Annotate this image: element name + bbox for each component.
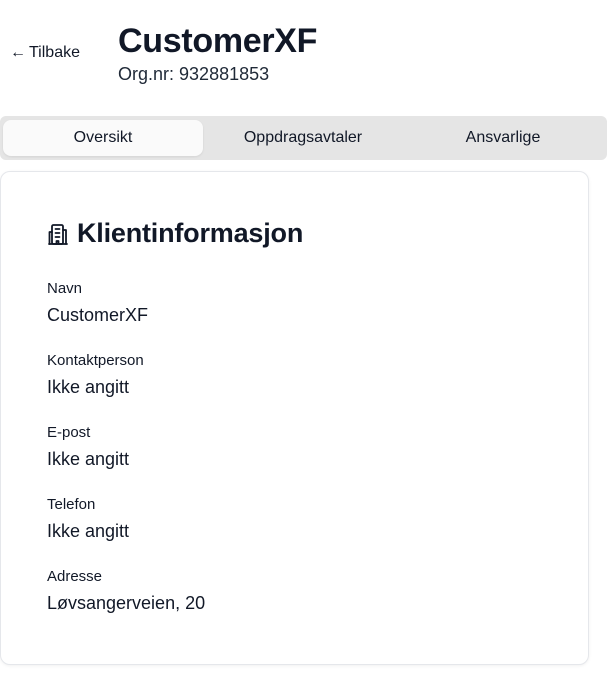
field-value: Ikke angitt <box>47 377 130 397</box>
field-value: Ikke angitt <box>47 521 130 541</box>
back-button[interactable]: ← Tilbake <box>10 44 80 62</box>
client-info-card: Klientinformasjon Navn CustomerXF Kontak… <box>0 171 589 665</box>
field-adresse: Adresse Løvsangerveien, 20 <box>47 567 205 615</box>
field-telefon: Telefon Ikke angitt <box>47 495 129 543</box>
field-epost: E-post Ikke angitt <box>47 423 129 471</box>
field-label: Adresse <box>47 568 103 585</box>
back-label: Tilbake <box>29 44 80 61</box>
tab-bar: Oversikt Oppdragsavtaler Ansvarlige <box>0 116 607 160</box>
field-label: Navn <box>47 280 83 297</box>
field-label: E-post <box>47 424 91 441</box>
card-header: Klientinformasjon <box>47 218 303 249</box>
org-number-label: Org.nr: <box>118 64 175 84</box>
tab-label: Ansvarlige <box>465 129 541 146</box>
tab-oversikt[interactable]: Oversikt <box>3 120 203 156</box>
tab-label: Oversikt <box>73 129 133 146</box>
client-detail-page: ← Tilbake CustomerXF Org.nr: 932881853 O… <box>0 0 607 684</box>
card-title: Klientinformasjon <box>77 218 304 248</box>
back-arrow-icon: ← <box>10 44 26 61</box>
page-title: CustomerXF <box>118 22 318 60</box>
field-value: CustomerXF <box>47 305 149 325</box>
field-navn: Navn CustomerXF <box>47 279 148 327</box>
field-label: Telefon <box>47 496 96 513</box>
building-icon <box>47 222 69 246</box>
org-number-value: 932881853 <box>179 64 270 84</box>
org-number-line: Org.nr: 932881853 <box>118 64 317 85</box>
tab-oppdragsavtaler[interactable]: Oppdragsavtaler <box>203 120 403 156</box>
field-value: Ikke angitt <box>47 449 130 469</box>
field-label: Kontaktperson <box>47 352 144 369</box>
field-value: Løvsangerveien, 20 <box>47 593 206 613</box>
field-kontaktperson: Kontaktperson Ikke angitt <box>47 351 144 399</box>
title-block: CustomerXF Org.nr: 932881853 <box>118 20 317 85</box>
tab-ansvarlige[interactable]: Ansvarlige <box>403 120 603 156</box>
tab-label: Oppdragsavtaler <box>243 129 363 146</box>
